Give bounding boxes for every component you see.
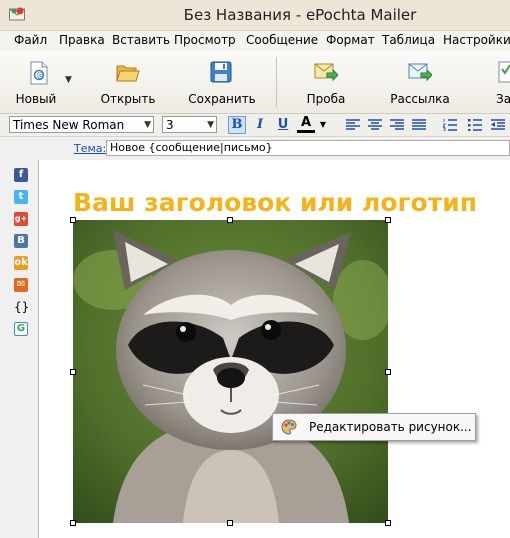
- open-button[interactable]: Открыть: [99, 51, 157, 113]
- subject-label[interactable]: Тема:: [74, 142, 106, 155]
- tasks-button[interactable]: За: [488, 51, 510, 113]
- facebook-icon[interactable]: f: [14, 168, 28, 182]
- underline-button[interactable]: U: [274, 116, 292, 134]
- align-right-icon[interactable]: [388, 116, 406, 134]
- menu-view[interactable]: Просмотр: [174, 33, 236, 47]
- text-color-dropdown[interactable]: ▼: [317, 116, 329, 134]
- save-button-label: Сохранить: [188, 92, 256, 106]
- context-menu: Редактировать рисунок...: [272, 413, 476, 441]
- vk-icon[interactable]: B: [14, 234, 28, 248]
- font-family-value: Times New Roman: [13, 118, 125, 132]
- window-title: Без Названия - ePochta Mailer: [183, 6, 417, 24]
- menu-format[interactable]: Формат: [326, 33, 375, 47]
- resize-handle-se[interactable]: [385, 520, 391, 526]
- svg-text:@: @: [36, 72, 43, 80]
- menu-table[interactable]: Таблица: [382, 33, 435, 47]
- align-center-icon[interactable]: [366, 116, 384, 134]
- resize-handle-nw[interactable]: [70, 217, 76, 223]
- menu-edit[interactable]: Правка: [59, 33, 105, 47]
- new-dropdown-arrow[interactable]: ▼: [65, 75, 75, 85]
- code-icon[interactable]: {}: [14, 300, 29, 314]
- toolbar-separator: [276, 57, 277, 107]
- subject-input[interactable]: Новое {сообщение|письмо}: [106, 140, 510, 156]
- odnoklassniki-icon[interactable]: ok: [14, 256, 28, 270]
- menu-message[interactable]: Сообщение: [246, 33, 318, 47]
- subject-bar: Тема: Новое {сообщение|письмо}: [0, 137, 510, 159]
- chevron-down-icon: ▼: [207, 120, 214, 130]
- new-message-icon: @: [30, 61, 48, 85]
- palette-icon: [281, 419, 297, 435]
- google-plus-icon[interactable]: g+: [14, 212, 28, 226]
- open-folder-icon: [116, 65, 140, 82]
- main-toolbar: @ Новый ▼ Открыть Сохранить Проба Рассыл…: [0, 51, 510, 114]
- test-button[interactable]: Проба: [300, 51, 352, 113]
- raccoon-image[interactable]: [73, 220, 388, 523]
- save-disk-icon: [210, 61, 232, 83]
- send-button[interactable]: Рассылка: [388, 51, 452, 113]
- tasks-button-label: За: [496, 92, 510, 106]
- save-button[interactable]: Сохранить: [188, 51, 256, 113]
- resize-handle-s[interactable]: [227, 520, 233, 526]
- edit-picture-menu-item[interactable]: Редактировать рисунок...: [275, 416, 473, 438]
- align-justify-icon[interactable]: [410, 116, 428, 134]
- font-size-value: 3: [166, 118, 174, 132]
- font-family-select[interactable]: Times New Roman ▼: [9, 116, 154, 133]
- resize-handle-sw[interactable]: [70, 520, 76, 526]
- menu-settings[interactable]: Настройки: [443, 33, 510, 47]
- new-button-label: Новый: [15, 92, 57, 106]
- twitter-icon[interactable]: t: [14, 190, 28, 204]
- send-button-label: Рассылка: [390, 92, 450, 106]
- edit-picture-label: Редактировать рисунок...: [309, 420, 472, 434]
- google-icon[interactable]: G: [14, 322, 28, 336]
- align-left-icon[interactable]: [344, 116, 362, 134]
- test-button-label: Проба: [306, 92, 346, 106]
- menu-file[interactable]: Файл: [14, 33, 47, 47]
- bold-button[interactable]: B: [228, 116, 246, 134]
- numbered-list-icon[interactable]: [441, 116, 459, 134]
- resize-handle-ne[interactable]: [385, 217, 391, 223]
- outdent-icon[interactable]: [489, 116, 507, 134]
- resize-handle-e[interactable]: [385, 369, 391, 375]
- social-sidebar: f t g+ B ok ✉ {} G: [0, 160, 38, 538]
- resize-handle-n[interactable]: [227, 217, 233, 223]
- test-message-icon: [314, 63, 338, 82]
- menu-bar: Файл Правка Вставить Просмотр Сообщение …: [0, 31, 510, 51]
- resize-handle-w[interactable]: [70, 369, 76, 375]
- italic-button[interactable]: I: [251, 116, 269, 134]
- send-mail-icon: [408, 63, 432, 82]
- open-button-label: Открыть: [100, 92, 156, 106]
- bullet-list-icon[interactable]: [466, 116, 484, 134]
- menu-insert[interactable]: Вставить: [112, 33, 170, 47]
- new-button[interactable]: @ Новый: [14, 51, 64, 113]
- font-size-select[interactable]: 3 ▼: [162, 116, 217, 133]
- format-toolbar: Times New Roman ▼ 3 ▼ B I U A ▼: [0, 114, 510, 137]
- task-icon: [498, 61, 510, 83]
- headline-text[interactable]: Ваш заголовок или логотип: [73, 188, 477, 217]
- chevron-down-icon: ▼: [144, 120, 151, 130]
- email-icon[interactable]: ✉: [14, 278, 28, 292]
- title-bar: Без Названия - ePochta Mailer: [0, 0, 510, 31]
- text-color-button[interactable]: A: [297, 116, 315, 133]
